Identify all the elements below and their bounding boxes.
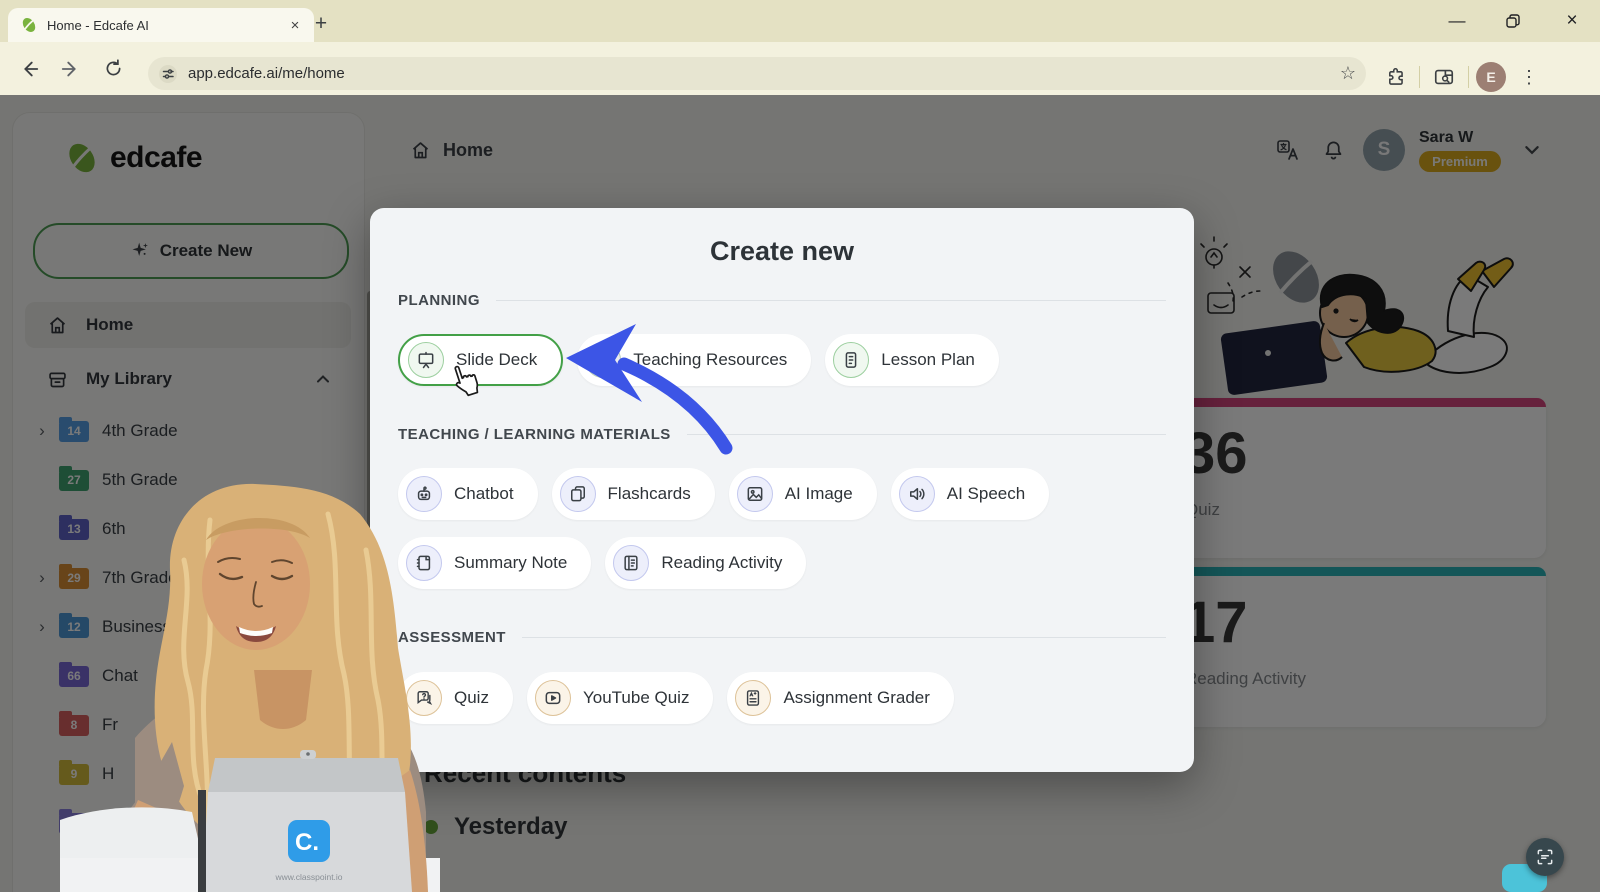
create-option-ai-image[interactable]: AI Image <box>729 468 877 520</box>
assessment-row: Quiz YouTube Quiz Assignment Grader <box>398 672 1166 724</box>
planning-row: Slide Deck Teaching Resources Lesson Pla… <box>398 334 1166 386</box>
teaching-resources-icon <box>585 342 621 378</box>
reload-button[interactable] <box>96 52 130 86</box>
site-settings-icon[interactable] <box>158 64 178 84</box>
ai-image-icon <box>737 476 773 512</box>
create-option-reading-activity[interactable]: Reading Activity <box>605 537 806 589</box>
address-bar[interactable]: app.edcafe.ai/me/home ☆ <box>148 57 1366 90</box>
new-tab-button[interactable]: + <box>306 9 336 39</box>
toolbar-actions: E ⋮ <box>1378 60 1542 94</box>
side-panel-search-icon[interactable] <box>1427 60 1461 94</box>
toolbar-divider <box>1468 66 1469 88</box>
screen-capture-button[interactable] <box>1526 838 1564 876</box>
create-option-summary-note[interactable]: Summary Note <box>398 537 591 589</box>
create-option-ai-speech[interactable]: AI Speech <box>891 468 1049 520</box>
youtube-quiz-icon <box>535 680 571 716</box>
assignment-grader-icon <box>735 680 771 716</box>
forward-button[interactable] <box>54 52 88 86</box>
create-option-quiz[interactable]: Quiz <box>398 672 513 724</box>
create-option-youtube-quiz[interactable]: YouTube Quiz <box>527 672 713 724</box>
window-close-button[interactable]: × <box>1549 0 1595 42</box>
section-divider <box>522 637 1166 638</box>
create-option-assignment-grader[interactable]: Assignment Grader <box>727 672 953 724</box>
tab-title: Home - Edcafe AI <box>47 18 277 33</box>
create-option-lesson-plan[interactable]: Lesson Plan <box>825 334 999 386</box>
slide-deck-icon <box>408 342 444 378</box>
scan-icon <box>1535 847 1555 867</box>
browser-profile-avatar[interactable]: E <box>1476 62 1506 92</box>
window-minimize-button[interactable]: — <box>1434 0 1480 42</box>
materials-row-1: Chatbot Flashcards AI Image AI Speech <box>398 468 1166 520</box>
screen: Home - Edcafe AI × + — × app.edcafe.ai/m… <box>0 0 1600 892</box>
chatbot-icon <box>406 476 442 512</box>
browser-tab[interactable]: Home - Edcafe AI × <box>8 8 314 42</box>
extensions-icon[interactable] <box>1378 60 1412 94</box>
create-option-chatbot[interactable]: Chatbot <box>398 468 538 520</box>
create-option-teaching-resources[interactable]: Teaching Resources <box>577 334 811 386</box>
back-button[interactable] <box>12 52 46 86</box>
reading-activity-icon <box>613 545 649 581</box>
window-restore-button[interactable] <box>1490 0 1536 42</box>
modal-title: Create new <box>370 236 1194 267</box>
browser-menu-icon[interactable]: ⋮ <box>1516 67 1542 88</box>
lesson-plan-icon <box>833 342 869 378</box>
materials-row-2: Summary Note Reading Activity <box>398 537 1166 589</box>
bookmark-star-icon[interactable]: ☆ <box>1340 63 1356 84</box>
toolbar-divider <box>1419 66 1420 88</box>
section-header-planning: PLANNING <box>398 292 1166 309</box>
section-divider <box>687 434 1166 435</box>
tab-close-icon[interactable]: × <box>286 17 304 34</box>
quiz-icon <box>406 680 442 716</box>
ai-speech-icon <box>899 476 935 512</box>
browser-tabstrip: Home - Edcafe AI × + — × <box>0 0 1600 42</box>
section-divider <box>496 300 1166 301</box>
create-option-flashcards[interactable]: Flashcards <box>552 468 715 520</box>
flashcards-icon <box>560 476 596 512</box>
summary-note-icon <box>406 545 442 581</box>
section-header-assessment: ASSESSMENT <box>398 629 1166 646</box>
create-new-modal: Create new PLANNING Slide Deck Teaching … <box>370 208 1194 772</box>
url-text[interactable]: app.edcafe.ai/me/home <box>188 65 1330 82</box>
create-option-slide-deck[interactable]: Slide Deck <box>398 334 563 386</box>
favicon-leaf-icon <box>20 16 38 34</box>
section-header-teaching-materials: TEACHING / LEARNING MATERIALS <box>398 426 1166 443</box>
